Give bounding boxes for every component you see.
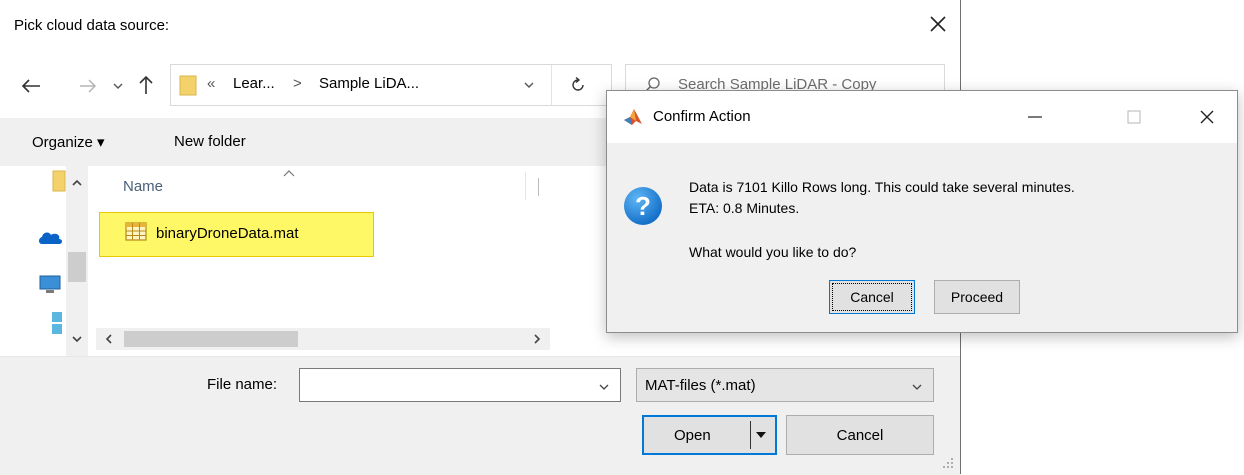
file-type-filter-value: MAT-files (*.mat) [645, 377, 756, 394]
filename-label: File name: [207, 376, 278, 393]
scroll-up-chevron-icon[interactable] [72, 178, 82, 188]
scroll-right-chevron-icon[interactable] [532, 334, 542, 344]
horizontal-scroll-thumb[interactable] [124, 331, 298, 347]
address-divider [551, 65, 552, 105]
open-split-button[interactable]: Open [642, 415, 777, 455]
back-arrow-icon[interactable] [20, 76, 42, 96]
filename-dropdown-chevron-icon[interactable] [598, 381, 610, 393]
table-file-icon [125, 222, 147, 241]
dialog-title: Pick cloud data source: [14, 17, 170, 34]
resize-grip-icon[interactable] [942, 457, 954, 469]
new-folder-button[interactable]: New folder [174, 133, 246, 150]
organize-menu-button[interactable]: Organize ▾ [32, 133, 105, 151]
list-item[interactable]: binaryDroneData.mat [99, 212, 374, 257]
close-icon[interactable] [924, 10, 952, 38]
open-button-label[interactable]: Open [674, 427, 711, 444]
onedrive-icon[interactable] [38, 228, 64, 246]
forward-arrow-icon[interactable] [78, 76, 98, 96]
minimize-icon[interactable] [1027, 111, 1043, 123]
folder-icon[interactable] [52, 170, 66, 192]
file-name-label: binaryDroneData.mat [156, 225, 299, 242]
address-dropdown-chevron-icon[interactable] [523, 79, 535, 91]
nav-vertical-scrollbar[interactable] [66, 166, 88, 356]
confirm-title: Confirm Action [653, 108, 751, 125]
this-pc-icon[interactable] [38, 274, 62, 296]
svg-text:?: ? [635, 191, 651, 221]
confirm-cancel-button[interactable]: Cancel [829, 280, 915, 314]
confirm-action-dialog: Confirm Action ? Data is 7101 Killo Rows… [606, 90, 1238, 333]
confirm-question: What would you like to do? [689, 244, 857, 260]
confirm-message-line2: ETA: 0.8 Minutes. [689, 200, 800, 216]
column-header-next[interactable] [538, 178, 539, 196]
confirm-cancel-label: Cancel [850, 289, 894, 305]
open-options-dropdown-icon[interactable] [755, 429, 767, 441]
close-icon[interactable] [1199, 109, 1215, 125]
up-arrow-icon[interactable] [136, 74, 156, 96]
filename-field[interactable] [299, 368, 621, 402]
scroll-down-chevron-icon[interactable] [72, 334, 82, 344]
confirm-proceed-button[interactable]: Proceed [934, 280, 1020, 314]
cancel-button[interactable]: Cancel [786, 415, 934, 455]
filter-dropdown-chevron-icon[interactable] [911, 381, 923, 393]
cancel-button-label: Cancel [836, 426, 884, 444]
file-list-horizontal-scrollbar[interactable] [96, 328, 550, 350]
breadcrumb-separator: > [293, 75, 302, 92]
navigation-pane [0, 166, 95, 356]
column-header-name[interactable]: Name [123, 178, 163, 195]
breadcrumb-learning[interactable]: Lear... [233, 75, 275, 92]
confirm-proceed-label: Proceed [950, 289, 1004, 305]
question-icon: ? [623, 186, 663, 226]
column-divider [525, 172, 526, 200]
dialog-footer: File name: MAT-files (*.mat) Open Cancel [0, 356, 960, 475]
refresh-icon[interactable] [569, 76, 587, 94]
address-overflow-chevron[interactable]: « [207, 75, 215, 92]
folder-icon [179, 74, 197, 96]
confirm-title-bar[interactable]: Confirm Action [607, 91, 1237, 143]
sort-ascending-icon [282, 168, 296, 178]
file-type-filter-select[interactable]: MAT-files (*.mat) [636, 368, 934, 402]
scroll-left-chevron-icon[interactable] [104, 334, 114, 344]
confirm-message-line1: Data is 7101 Killo Rows long. This could… [689, 179, 1075, 195]
recent-locations-chevron-icon[interactable] [112, 80, 124, 92]
address-bar[interactable]: « Lear... > Sample LiDA... [170, 64, 612, 106]
network-icon[interactable] [50, 310, 64, 336]
maximize-icon[interactable] [1127, 110, 1141, 124]
split-divider [750, 421, 751, 449]
nav-scroll-thumb[interactable] [68, 252, 86, 282]
matlab-logo-icon [623, 108, 643, 126]
breadcrumb-sample-lidar[interactable]: Sample LiDA... [319, 75, 419, 92]
